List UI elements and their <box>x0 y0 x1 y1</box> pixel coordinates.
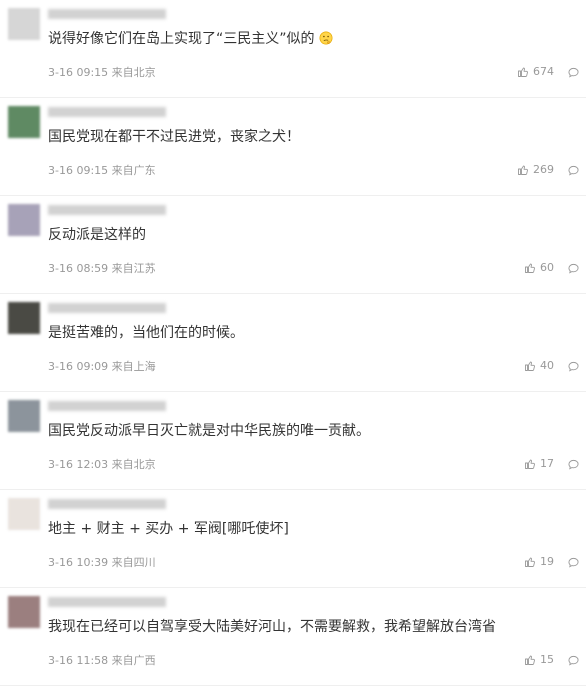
avatar[interactable] <box>8 8 40 40</box>
comment-item: 国民党现在都干不过民进党，丧家之犬！ 3-16 09:15 来自广东 269 <box>0 98 586 196</box>
comment-meta: 3-16 12:03 来自北京 <box>48 458 156 471</box>
comment-text-content: 我现在已经可以自驾享受大陆美好河山，不需要解救，我希望解放台湾省 <box>48 619 496 635</box>
comment-item: 反动派是这样的 3-16 08:59 来自江苏 60 <box>0 196 586 294</box>
comment-bubble-icon[interactable] <box>568 459 579 470</box>
comment-text: 国民党反动派早日灭亡就是对中华民族的唯一贡献。 <box>48 421 370 441</box>
like-button[interactable]: 60 <box>524 260 554 276</box>
comment-item: 说得好像它们在岛上实现了“三民主义”似的 3-16 09:15 来自北京 674 <box>0 0 586 98</box>
username-blurred[interactable] <box>48 401 166 411</box>
like-count: 19 <box>540 555 554 568</box>
comment-bubble-icon[interactable] <box>568 361 579 372</box>
comment-text-content: 国民党反动派早日灭亡就是对中华民族的唯一贡献。 <box>48 423 370 439</box>
thumbs-up-icon <box>525 263 535 273</box>
comment-text-content: 是挺苦难的，当他们在的时候。 <box>48 325 244 341</box>
comment-text: 说得好像它们在岛上实现了“三民主义”似的 <box>48 29 333 49</box>
username-blurred[interactable] <box>48 597 166 607</box>
comment-text: 地主 + 财主 + 买办 + 军阀[哪吒使坏] <box>48 519 289 539</box>
comment-text: 国民党现在都干不过民进党，丧家之犬！ <box>48 127 300 147</box>
comment-item: 我现在已经可以自驾享受大陆美好河山，不需要解救，我希望解放台湾省 3-16 11… <box>0 588 586 686</box>
comment-text-content: 地主 + 财主 + 买办 + 军阀[哪吒使坏] <box>48 521 289 537</box>
comment-item: 是挺苦难的，当他们在的时候。 3-16 09:09 来自上海 40 <box>0 294 586 392</box>
thumbs-up-icon <box>518 67 528 77</box>
comment-bubble-icon[interactable] <box>568 263 579 274</box>
comment-meta: 3-16 08:59 来自江苏 <box>48 262 156 275</box>
like-button[interactable]: 15 <box>524 652 554 668</box>
username-blurred[interactable] <box>48 107 166 117</box>
like-count: 40 <box>540 359 554 372</box>
comment-text: 我现在已经可以自驾享受大陆美好河山，不需要解救，我希望解放台湾省 <box>48 617 496 637</box>
comment-text-content: 国民党现在都干不过民进党，丧家之犬！ <box>48 129 300 145</box>
like-count: 60 <box>540 261 554 274</box>
thumbs-up-icon <box>525 459 535 469</box>
comment-text: 反动派是这样的 <box>48 225 146 245</box>
comment-meta: 3-16 11:58 来自广西 <box>48 654 156 667</box>
avatar[interactable] <box>8 400 40 432</box>
comment-bubble-icon[interactable] <box>568 67 579 78</box>
comment-bubble-icon[interactable] <box>568 655 579 666</box>
thumbs-up-icon <box>525 557 535 567</box>
comment-bubble-icon[interactable] <box>568 557 579 568</box>
username-blurred[interactable] <box>48 499 166 509</box>
like-button[interactable]: 674 <box>517 64 554 80</box>
avatar[interactable] <box>8 596 40 628</box>
like-button[interactable]: 17 <box>524 456 554 472</box>
username-blurred[interactable] <box>48 205 166 215</box>
like-button[interactable]: 19 <box>524 554 554 570</box>
like-button[interactable]: 269 <box>517 162 554 178</box>
comment-item: 国民党反动派早日灭亡就是对中华民族的唯一贡献。 3-16 12:03 来自北京 … <box>0 392 586 490</box>
avatar[interactable] <box>8 302 40 334</box>
comment-item: 地主 + 财主 + 买办 + 军阀[哪吒使坏] 3-16 10:39 来自四川 … <box>0 490 586 588</box>
like-count: 15 <box>540 653 554 666</box>
like-button[interactable]: 40 <box>524 358 554 374</box>
avatar[interactable] <box>8 204 40 236</box>
comment-meta: 3-16 09:15 来自北京 <box>48 66 156 79</box>
username-blurred[interactable] <box>48 303 166 313</box>
thumbs-up-icon <box>518 165 528 175</box>
thinking-face-icon <box>319 31 333 45</box>
thumbs-up-icon <box>525 655 535 665</box>
comment-meta: 3-16 10:39 来自四川 <box>48 556 156 569</box>
like-count: 17 <box>540 457 554 470</box>
comment-bubble-icon[interactable] <box>568 165 579 176</box>
like-count: 674 <box>533 65 554 78</box>
comment-text: 是挺苦难的，当他们在的时候。 <box>48 323 244 343</box>
comment-text-content: 反动派是这样的 <box>48 227 146 243</box>
comment-meta: 3-16 09:15 来自广东 <box>48 164 156 177</box>
thumbs-up-icon <box>525 361 535 371</box>
avatar[interactable] <box>8 106 40 138</box>
username-blurred[interactable] <box>48 9 166 19</box>
comment-text-content: 说得好像它们在岛上实现了“三民主义”似的 <box>48 31 315 47</box>
comment-meta: 3-16 09:09 来自上海 <box>48 360 156 373</box>
avatar[interactable] <box>8 498 40 530</box>
like-count: 269 <box>533 163 554 176</box>
